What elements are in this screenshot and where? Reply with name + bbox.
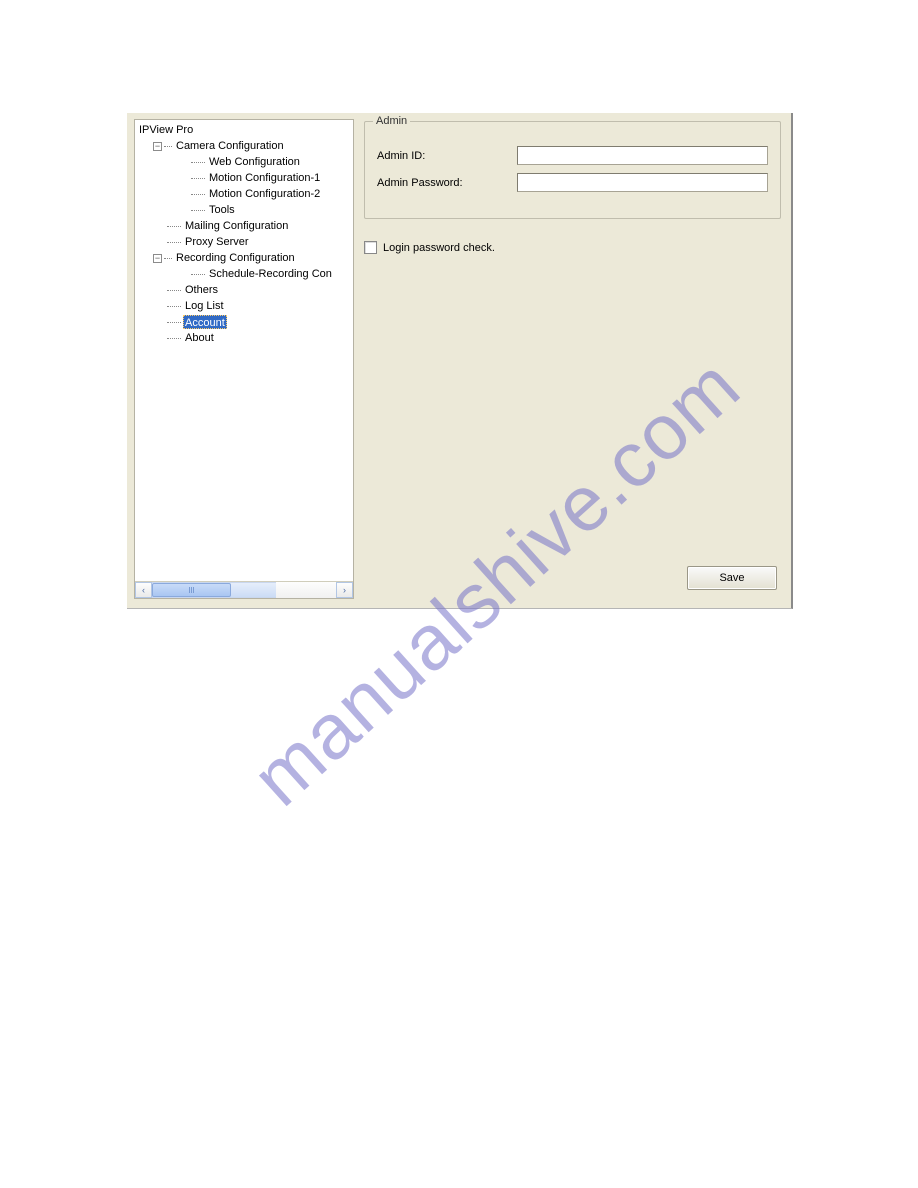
tree-item-schedule[interactable]: Schedule-Recording Con bbox=[137, 266, 353, 282]
admin-id-label: Admin ID: bbox=[377, 150, 517, 162]
collapse-icon[interactable]: − bbox=[153, 142, 162, 151]
tree-item-motion1[interactable]: Motion Configuration-1 bbox=[137, 170, 353, 186]
admin-group: Admin Admin ID: Admin Password: bbox=[364, 121, 781, 219]
tree-connector-icon bbox=[191, 274, 205, 275]
chevron-right-icon: › bbox=[343, 585, 346, 595]
admin-password-row: Admin Password: bbox=[377, 173, 768, 192]
tree-body: IPView Pro − Camera Configuration Web Co… bbox=[135, 120, 353, 581]
tree-item-web-config[interactable]: Web Configuration bbox=[137, 154, 353, 170]
tree-connector-icon bbox=[191, 178, 205, 179]
scroll-left-button[interactable]: ‹ bbox=[135, 582, 152, 598]
tree-item-account[interactable]: Account bbox=[137, 314, 353, 330]
tree-label: Recording Configuration bbox=[174, 251, 297, 265]
tree-item-camera-config[interactable]: − Camera Configuration bbox=[137, 138, 353, 154]
tree-label: Others bbox=[183, 283, 220, 297]
tree-label: Log List bbox=[183, 299, 226, 313]
tree-connector-icon bbox=[167, 242, 181, 243]
tree-label: Mailing Configuration bbox=[183, 219, 290, 233]
admin-id-row: Admin ID: bbox=[377, 146, 768, 165]
tree-item-about[interactable]: About bbox=[137, 330, 353, 346]
admin-id-input[interactable] bbox=[517, 146, 768, 165]
tree-label: About bbox=[183, 331, 216, 345]
admin-group-title: Admin bbox=[373, 115, 410, 127]
login-check-checkbox[interactable] bbox=[364, 241, 377, 254]
tree-item-motion2[interactable]: Motion Configuration-2 bbox=[137, 186, 353, 202]
tree-item-proxy[interactable]: Proxy Server bbox=[137, 234, 353, 250]
tree-connector-icon bbox=[167, 322, 181, 323]
tree-item-tools[interactable]: Tools bbox=[137, 202, 353, 218]
chevron-left-icon: ‹ bbox=[142, 585, 145, 595]
tree-item-mailing[interactable]: Mailing Configuration bbox=[137, 218, 353, 234]
tree-panel: IPView Pro − Camera Configuration Web Co… bbox=[134, 119, 354, 599]
tree-connector-icon bbox=[167, 338, 181, 339]
horizontal-scrollbar[interactable]: ‹ › bbox=[135, 581, 353, 598]
tree-connector-icon bbox=[167, 226, 181, 227]
tree-connector-icon bbox=[164, 258, 172, 259]
tree-item-others[interactable]: Others bbox=[137, 282, 353, 298]
login-check-row: Login password check. bbox=[364, 241, 781, 254]
tree-label: Web Configuration bbox=[207, 155, 302, 169]
tree-connector-icon bbox=[191, 210, 205, 211]
tree-label: Tools bbox=[207, 203, 237, 217]
tree-label: Motion Configuration-2 bbox=[207, 187, 322, 201]
tree-label: Schedule-Recording Con bbox=[207, 267, 334, 281]
tree-connector-icon bbox=[164, 146, 172, 147]
scroll-track[interactable] bbox=[152, 582, 276, 598]
tree-label: Proxy Server bbox=[183, 235, 251, 249]
admin-password-label: Admin Password: bbox=[377, 177, 517, 189]
tree-connector-icon bbox=[191, 194, 205, 195]
login-check-label: Login password check. bbox=[383, 242, 495, 254]
scroll-right-button[interactable]: › bbox=[336, 582, 353, 598]
tree-item-loglist[interactable]: Log List bbox=[137, 298, 353, 314]
scroll-track-tail bbox=[276, 582, 336, 598]
content-pane: Admin Admin ID: Admin Password: Login pa… bbox=[354, 113, 791, 608]
tree-label: Motion Configuration-1 bbox=[207, 171, 322, 185]
tree-label-selected: Account bbox=[183, 315, 227, 329]
tree-item-root[interactable]: IPView Pro bbox=[137, 122, 353, 138]
collapse-icon[interactable]: − bbox=[153, 254, 162, 263]
scroll-thumb[interactable] bbox=[152, 583, 231, 597]
admin-password-input[interactable] bbox=[517, 173, 768, 192]
save-button[interactable]: Save bbox=[687, 566, 777, 590]
tree-item-recording[interactable]: − Recording Configuration bbox=[137, 250, 353, 266]
tree-connector-icon bbox=[167, 290, 181, 291]
tree-connector-icon bbox=[167, 306, 181, 307]
tree-connector-icon bbox=[191, 162, 205, 163]
tree-label-root: IPView Pro bbox=[137, 123, 195, 137]
settings-window: IPView Pro − Camera Configuration Web Co… bbox=[127, 113, 793, 609]
tree-label: Camera Configuration bbox=[174, 139, 286, 153]
